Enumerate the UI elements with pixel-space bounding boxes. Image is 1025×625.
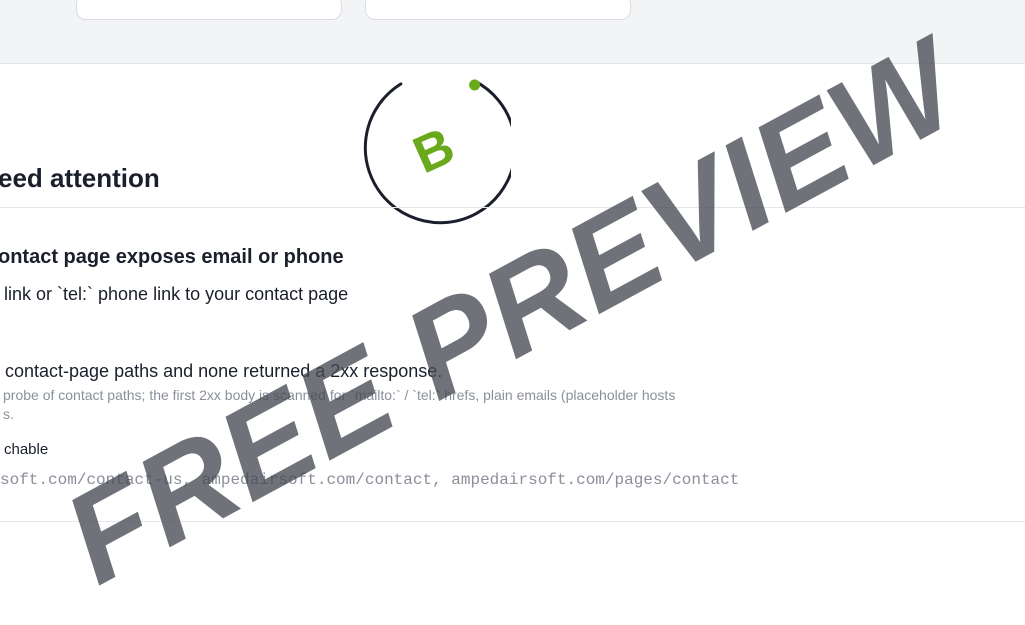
issue-description: link or `tel:` phone link to your contac… — [4, 284, 349, 304]
report-page: B eed attention ontact page exposes emai… — [0, 0, 1025, 625]
summary-card — [365, 0, 631, 20]
section-title: eed attention — [0, 163, 160, 193]
watermark: FREE PREVIEW — [0, 0, 1025, 625]
issue-title: ontact page exposes email or phone — [0, 246, 344, 268]
watermark-text: FREE PREVIEW — [42, 12, 982, 612]
issue-method-line: s. — [3, 406, 14, 422]
grade-badge: B — [357, 74, 511, 228]
divider — [0, 207, 1025, 208]
issue-finding: contact-page paths and none returned a 2… — [5, 361, 443, 381]
issue-checked-paths: soft.com/contact-us, ampedairsoft.com/co… — [0, 471, 740, 489]
issue-method-line: probe of contact paths; the first 2xx bo… — [3, 387, 676, 403]
issue-status: chable — [4, 441, 49, 458]
summary-card — [76, 0, 342, 20]
issue-method: probe of contact paths; the first 2xx bo… — [3, 386, 1023, 424]
divider — [0, 521, 1025, 522]
summary-band — [0, 0, 1025, 64]
